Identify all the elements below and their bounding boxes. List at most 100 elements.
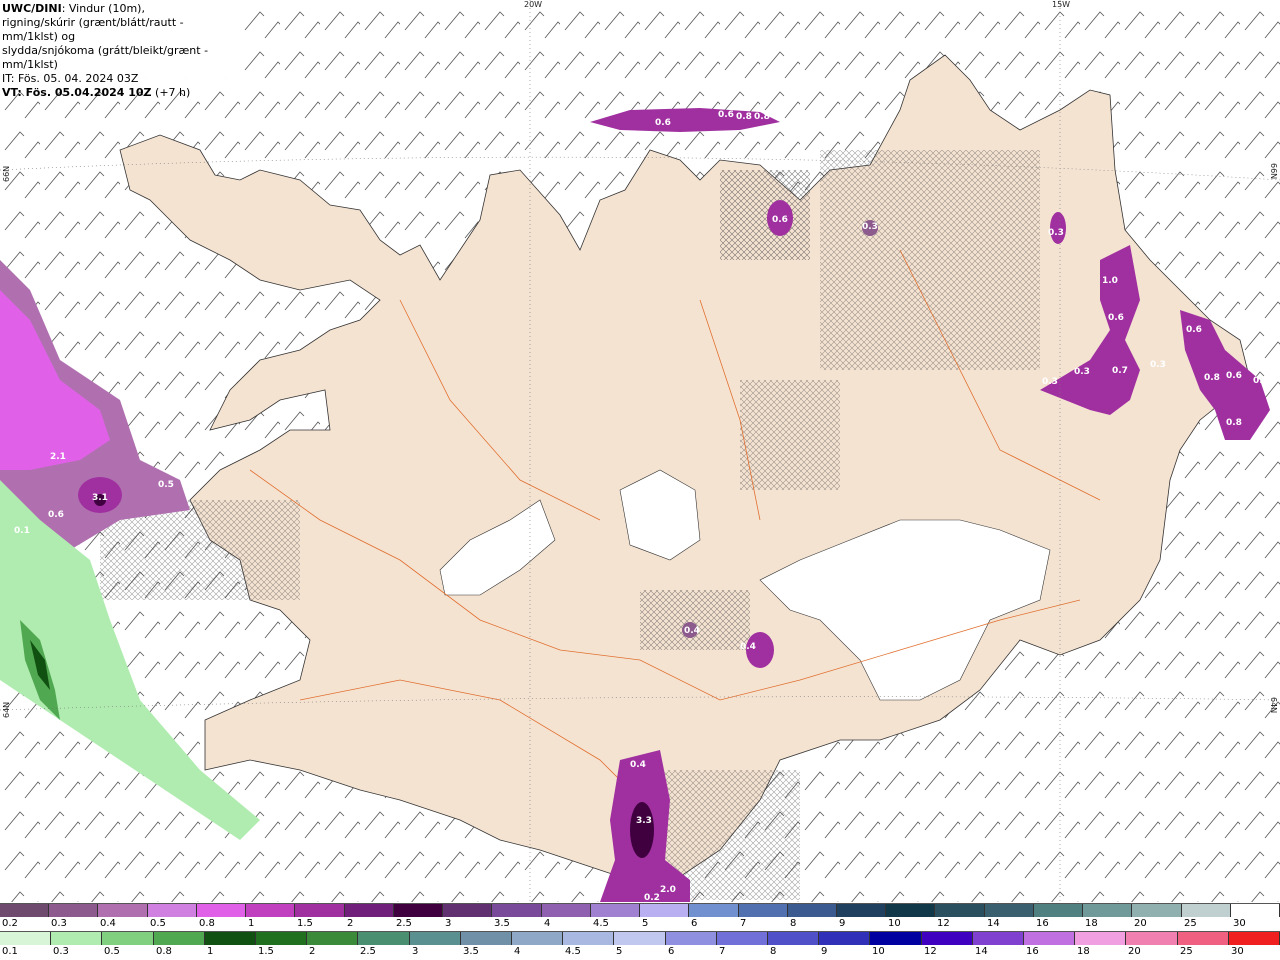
rain-scale-color-cell	[972, 932, 1025, 945]
precip-label: 0.8	[1253, 376, 1269, 386]
precip-label: 3.1	[92, 493, 108, 503]
hatch-area	[740, 380, 840, 490]
snow-scale-color-cell	[492, 904, 542, 917]
rain-scale-color-cell	[563, 932, 615, 945]
precip-label: 0.6	[1186, 325, 1202, 335]
snow-scale-color-cell	[1230, 904, 1280, 917]
rain-scale-tick-label: 12	[924, 946, 937, 957]
rain-scale-tick-label: 4	[514, 946, 521, 957]
snow-scale-tick-label: 0.3	[51, 918, 67, 929]
snow-scale-tick-label: 6	[691, 918, 698, 929]
rain-scale-tick-label: 0.5	[104, 946, 120, 957]
rain-scale-color-cell	[358, 932, 410, 945]
snow-scale-tick-label: 0.5	[150, 918, 166, 929]
snow-scale-color-cell	[935, 904, 985, 917]
title-line1: : Vindur (10m),	[61, 2, 145, 15]
rain-scale-color-cell	[614, 932, 666, 945]
precip-label: 0.2	[644, 893, 660, 903]
precip-label: 0.3	[1042, 377, 1058, 387]
rain-scale-tick-label: 14	[975, 946, 988, 957]
snow-scale-color-cell	[393, 904, 444, 917]
precip-label: 3.3	[636, 816, 652, 826]
snow-scale-tick-label: 0.2	[2, 918, 18, 929]
model-name: UWC/DINI	[2, 2, 62, 15]
rain-scale-color-cell	[0, 932, 52, 945]
precip-label: 0.3	[1150, 360, 1166, 370]
precip-label: 0.6	[1226, 371, 1242, 381]
rain-scale-tick-label: 18	[1077, 946, 1090, 957]
rain-scale-tick-label: 0.8	[156, 946, 172, 957]
rain-scale-tick-label: 20	[1128, 946, 1141, 957]
precip-label: 0.4	[630, 760, 646, 770]
precip-label: 2.0	[660, 885, 676, 895]
snow-scale-color-cell	[0, 904, 50, 917]
rain-scale-tick-label: 16	[1026, 946, 1039, 957]
snow-scale-tick-label: 25	[1184, 918, 1197, 929]
rain-color-scale	[0, 931, 1280, 945]
precip-label: 0.5	[158, 480, 174, 490]
snow-scale-color-cell	[836, 904, 887, 917]
rain-scale-tick-label: 2	[309, 946, 316, 957]
snow-scale-tick-label: 18	[1085, 918, 1098, 929]
rain-scale-color-cell	[256, 932, 308, 945]
rain-scale-tick-label: 2.5	[360, 946, 376, 957]
title-line2: rigning/skúrir (grænt/blátt/rautt - mm/1…	[2, 16, 184, 43]
precip-label: 0.3	[862, 222, 878, 232]
precip-label: 0.1	[14, 526, 30, 536]
lon-label-20w: 20W	[524, 0, 543, 9]
hatch-area	[720, 170, 810, 260]
precip-label: 0.3	[1074, 367, 1090, 377]
snow-color-scale	[0, 903, 1280, 917]
snow-scale-tick-label: 1.5	[297, 918, 313, 929]
lead-time: (+7 h)	[151, 86, 191, 99]
rain-scale-color-cell	[460, 932, 513, 945]
snow-scale-color-cell	[1181, 904, 1231, 917]
hatch-area	[640, 590, 750, 650]
snow-scale-tick-label: 14	[987, 918, 1000, 929]
snow-scale-tick-label: 3.5	[494, 918, 510, 929]
snow-scale-ticks: 0.2 0.3 0.4 0.5 0.8 1 1.5 2 2.5 3 3.5 4 4.5 5 6 7 8 9 10 12…	[0, 918, 1280, 930]
snow-scale-color-cell	[49, 904, 99, 917]
lat-label-66n-right: 66N	[1269, 163, 1278, 180]
rain-scale-tick-label: 5	[616, 946, 623, 957]
snow-scale-tick-label: 4.5	[593, 918, 609, 929]
precip-label: 2.1	[50, 452, 66, 462]
rain-scale-color-cell	[51, 932, 103, 945]
valid-time: VT: Fös. 05.04.2024 10Z	[2, 86, 152, 99]
rain-scale-color-cell	[870, 932, 922, 945]
rain-scale-color-cell	[921, 932, 973, 945]
snow-scale-color-cell	[689, 904, 739, 917]
rain-scale-tick-label: 7	[719, 946, 726, 957]
precip-label: 0.8	[754, 112, 770, 122]
snow-scale-tick-label: 3	[445, 918, 452, 929]
rain-scale-tick-label: 8	[770, 946, 777, 957]
snow-scale-tick-label: 1	[248, 918, 255, 929]
snow-scale-color-cell	[1083, 904, 1133, 917]
snow-scale-color-cell	[1033, 904, 1084, 917]
snow-scale-color-cell	[984, 904, 1034, 917]
snow-scale-tick-label: 0.8	[199, 918, 215, 929]
snow-scale-tick-label: 9	[839, 918, 846, 929]
snow-scale-tick-label: 7	[740, 918, 747, 929]
rain-scale-tick-label: 10	[872, 946, 885, 957]
lat-label-64n-right: 64N	[1269, 697, 1278, 714]
snow-scale-color-cell	[738, 904, 788, 917]
snow-scale-tick-label: 10	[888, 918, 901, 929]
snow-scale-color-cell	[787, 904, 837, 917]
rain-scale-color-cell	[102, 932, 154, 945]
rain-scale-tick-label: 0.1	[2, 946, 18, 957]
rain-scale-color-cell	[819, 932, 871, 945]
rain-scale-color-cell	[153, 932, 205, 945]
init-time: IT: Fös. 05. 04. 2024 03Z	[2, 72, 139, 85]
rain-scale-tick-label: 0.3	[53, 946, 69, 957]
lat-label-66n-left: 66N	[2, 165, 11, 182]
rain-scale-tick-label: 1	[207, 946, 214, 957]
precip-label: 0.3	[1048, 228, 1064, 238]
snow-scale-tick-label: 20	[1134, 918, 1147, 929]
snow-scale-tick-label: 4	[544, 918, 551, 929]
rain-scale-color-cell	[768, 932, 820, 945]
snow-scale-color-cell	[1132, 904, 1182, 917]
snow-scale-color-cell	[147, 904, 197, 917]
precip-label: 0.6	[1108, 313, 1124, 323]
rain-scale-color-cell	[665, 932, 717, 945]
